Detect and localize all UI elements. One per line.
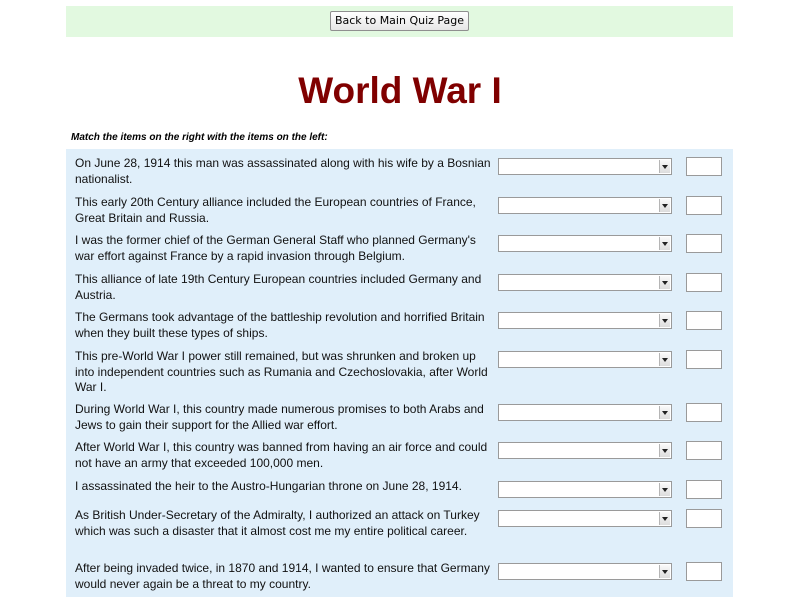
back-to-main-quiz-button[interactable]: Back to Main Quiz Page <box>329 11 470 31</box>
chevron-down-icon <box>659 444 670 457</box>
page-title: World War I <box>298 70 502 111</box>
answer-letter-field[interactable] <box>686 441 722 460</box>
answer-dropdown[interactable] <box>498 158 672 175</box>
answer-dropdown[interactable] <box>498 274 672 291</box>
chevron-down-icon <box>659 276 670 289</box>
question-text: I assassinated the heir to the Austro-Hu… <box>75 479 462 493</box>
answer-dropdown[interactable] <box>498 481 672 498</box>
answer-letter-field[interactable] <box>686 273 722 292</box>
answer-letter-field[interactable] <box>686 403 722 422</box>
answer-dropdown[interactable] <box>498 351 672 368</box>
chevron-down-icon <box>659 314 670 327</box>
question-text: This early 20th Century alliance include… <box>75 195 476 225</box>
quiz-page: Back to Main Quiz Page World War I Match… <box>0 0 800 600</box>
answer-dropdown[interactable] <box>498 404 672 421</box>
chevron-down-icon <box>659 483 670 496</box>
chevron-down-icon <box>659 406 670 419</box>
chevron-down-icon <box>659 353 670 366</box>
answer-letter-field[interactable] <box>686 350 722 369</box>
chevron-down-icon <box>659 199 670 212</box>
question-text: During World War I, this country made nu… <box>75 402 484 432</box>
answer-dropdown[interactable] <box>498 312 672 329</box>
question-text: This pre-World War I power still remaine… <box>75 349 488 394</box>
instruction-text: Match the items on the right with the it… <box>71 132 328 143</box>
chevron-down-icon <box>659 512 670 525</box>
answer-dropdown[interactable] <box>498 563 672 580</box>
top-navigation-bar: Back to Main Quiz Page <box>66 6 733 37</box>
chevron-down-icon <box>659 565 670 578</box>
answer-letter-field[interactable] <box>686 196 722 215</box>
answer-dropdown[interactable] <box>498 442 672 459</box>
question-text: After being invaded twice, in 1870 and 1… <box>75 561 490 591</box>
chevron-down-icon <box>659 160 670 173</box>
answer-dropdown[interactable] <box>498 510 672 527</box>
matching-quiz-table: On June 28, 1914 this man was assassinat… <box>66 149 733 597</box>
question-text: On June 28, 1914 this man was assassinat… <box>75 156 491 186</box>
chevron-down-icon <box>659 237 670 250</box>
question-text: I was the former chief of the German Gen… <box>75 233 476 263</box>
answer-letter-field[interactable] <box>686 562 722 581</box>
answer-letter-field[interactable] <box>686 234 722 253</box>
answer-letter-field[interactable] <box>686 311 722 330</box>
answer-letter-field[interactable] <box>686 157 722 176</box>
answer-dropdown[interactable] <box>498 235 672 252</box>
answer-dropdown[interactable] <box>498 197 672 214</box>
question-text: This alliance of late 19th Century Europ… <box>75 272 482 302</box>
answer-letter-field[interactable] <box>686 480 722 499</box>
question-text: The Germans took advantage of the battle… <box>75 310 485 340</box>
answer-letter-field[interactable] <box>686 509 722 528</box>
question-text: As British Under-Secretary of the Admira… <box>75 508 480 538</box>
question-text: After World War I, this country was bann… <box>75 440 488 470</box>
